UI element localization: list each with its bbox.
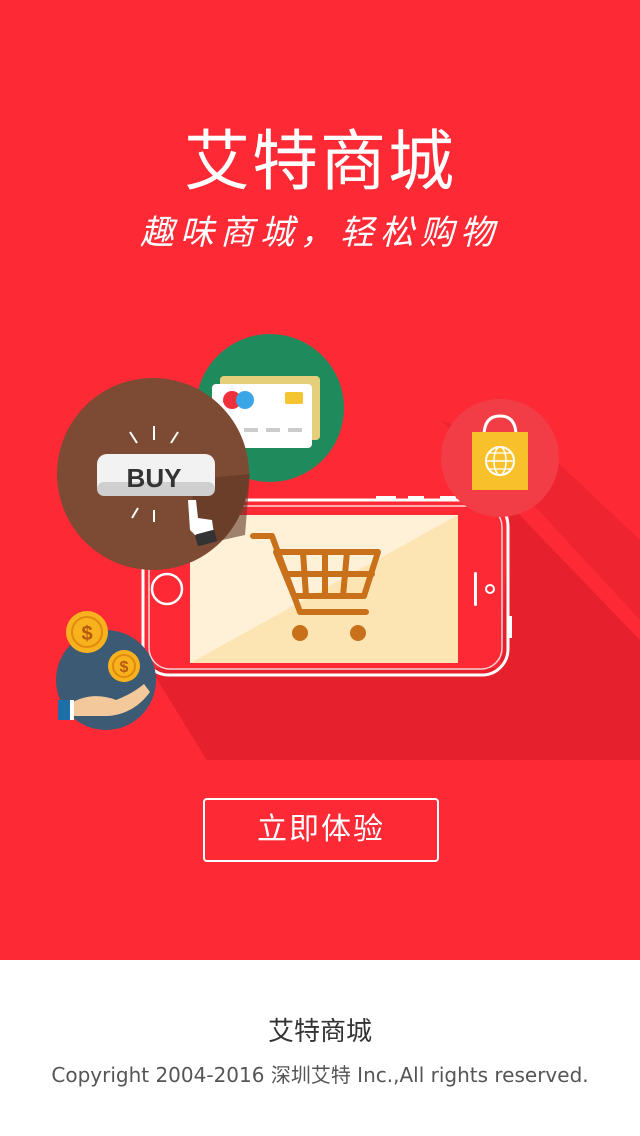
svg-text:$: $ (120, 659, 129, 676)
splash-page: 艾特商城 趣味商城，轻松购物 BUY $ $ 立即体验 艾特商城 Copyrig… (0, 0, 640, 1136)
shopping-illustration: BUY $ $ (56, 334, 640, 760)
buy-button-icon: BUY (57, 378, 250, 570)
coin-hand-icon: $ $ (56, 611, 156, 730)
copyright-text: Copyright 2004-2016 深圳艾特 Inc.,All rights… (51, 1063, 589, 1087)
footer-title: 艾特商城 (267, 1017, 372, 1047)
buy-label: BUY (127, 463, 182, 493)
app-title: 艾特商城 (184, 123, 456, 200)
svg-text:$: $ (81, 623, 92, 645)
shopping-bag-globe-icon (441, 399, 559, 517)
hero-section: 艾特商城 趣味商城，轻松购物 BUY $ $ 立即体验 (0, 0, 640, 960)
app-slogan: 趣味商城，轻松购物 (140, 213, 500, 253)
footer: 艾特商城 Copyright 2004-2016 深圳艾特 Inc.,All r… (0, 960, 640, 1136)
try-now-button[interactable]: 立即体验 (203, 798, 439, 862)
